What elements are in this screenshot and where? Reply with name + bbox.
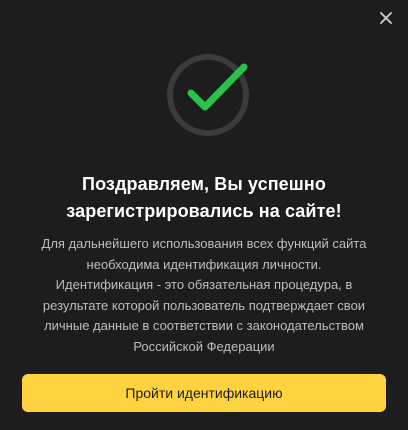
description-line: Российской Федерации — [133, 338, 275, 354]
close-icon — [380, 12, 392, 24]
description-line: личные данные в соответствии с законодат… — [44, 318, 364, 333]
start-identification-button[interactable]: Пройти идентификацию — [22, 374, 386, 412]
start-identification-label: Пройти идентификацию — [125, 385, 283, 401]
dialog-title: Поздравляем, Вы успешно зарегистрировали… — [0, 171, 408, 225]
close-button[interactable] — [374, 6, 398, 30]
description-line: Идентификация - это обязательная процеду… — [55, 277, 353, 292]
description-line: результате которой пользователь подтверж… — [42, 297, 366, 313]
checkmark-success-icon — [167, 54, 249, 136]
success-status — [164, 51, 252, 139]
description-line: Для дальнейшего использования всех функц… — [41, 236, 367, 251]
description-line: необходима идентификация личности. — [86, 256, 322, 272]
title-line: зарегистрировались на сайте! — [66, 201, 342, 221]
title-line: Поздравляем, Вы успешно — [82, 174, 326, 194]
dialog-description: Для дальнейшего использования всех функц… — [16, 234, 392, 357]
registration-success-dialog: Поздравляем, Вы успешно зарегистрировали… — [0, 0, 408, 430]
